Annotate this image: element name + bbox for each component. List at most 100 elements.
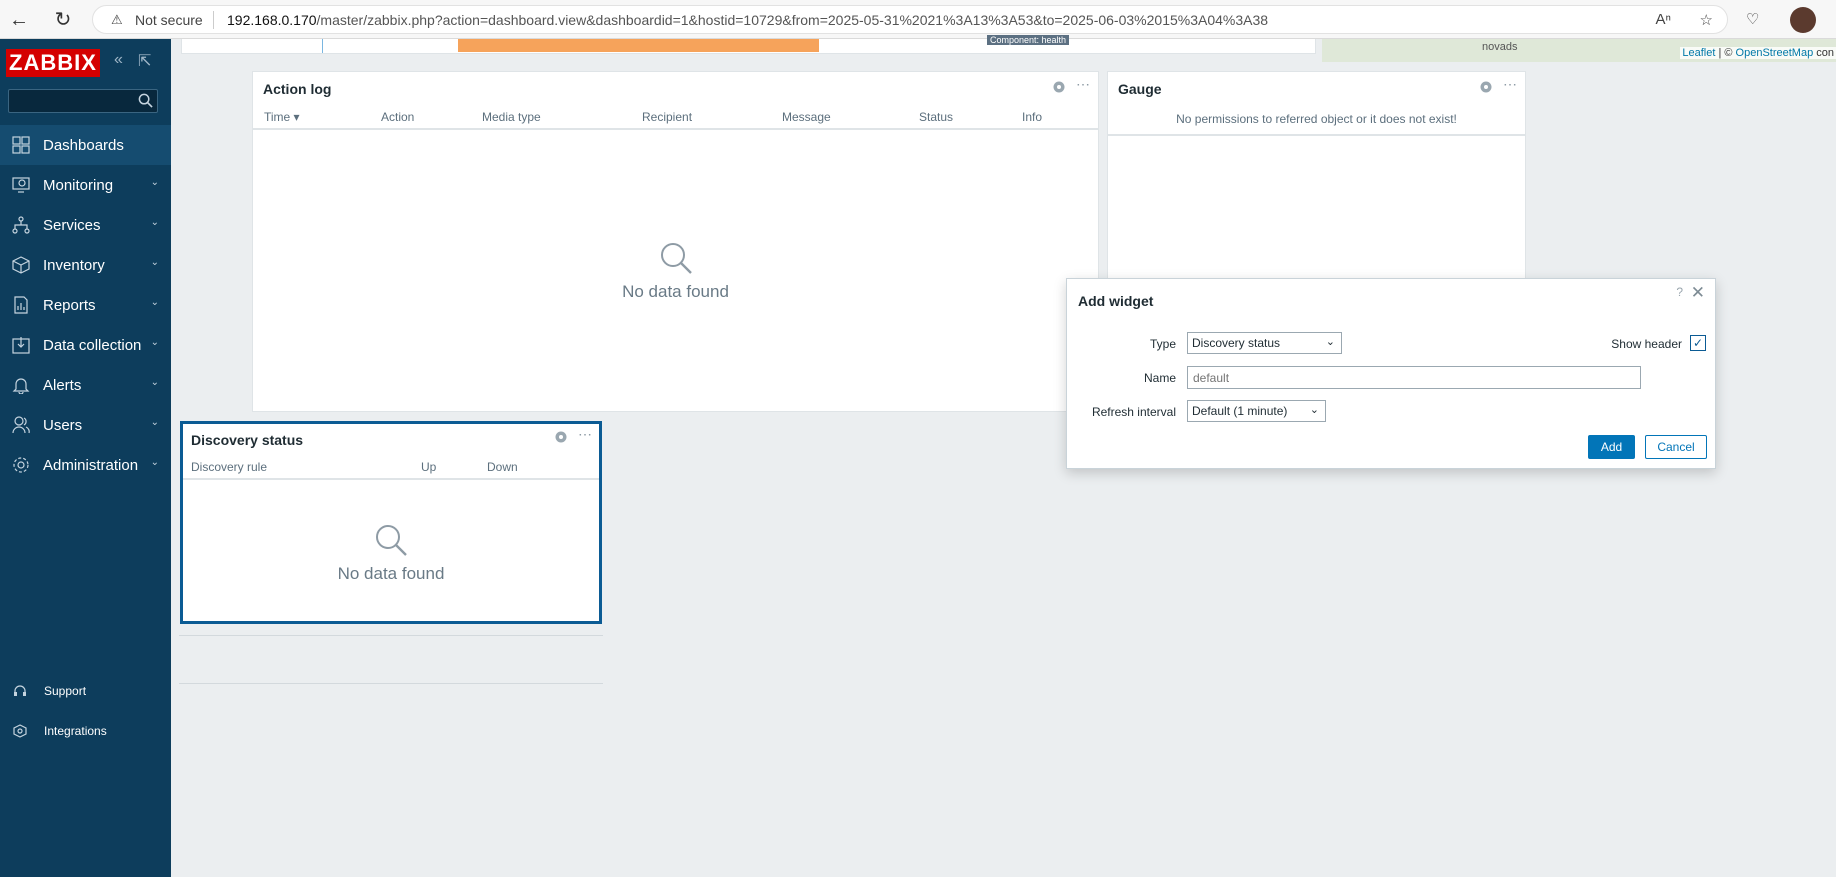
clipped-widget-top: Component: health bbox=[181, 35, 1316, 54]
menu-item-dashboards[interactable]: Dashboards bbox=[0, 125, 171, 165]
empty-state: No data found bbox=[183, 522, 599, 584]
menu-label: Administration bbox=[43, 456, 139, 474]
more-options-icon[interactable]: ⋯ bbox=[1076, 76, 1091, 93]
no-data-text: No data found bbox=[622, 282, 729, 301]
menu-item-reports[interactable]: Reports ⌄ bbox=[0, 285, 171, 325]
address-bar[interactable]: ⚠ Not secure 192.168.0.170/master/zabbix… bbox=[92, 5, 1728, 34]
chevron-down-icon: ⌄ bbox=[150, 417, 159, 428]
browser-essentials-icon[interactable]: ♡ bbox=[1746, 10, 1766, 30]
chevron-down-icon: ⌄ bbox=[150, 217, 159, 228]
type-select[interactable]: Discovery status ⌄ bbox=[1187, 332, 1342, 354]
gear-icon[interactable] bbox=[1051, 79, 1067, 95]
menu-label: Data collection bbox=[43, 336, 142, 354]
column-down: Down bbox=[487, 460, 518, 474]
inventory-icon bbox=[12, 256, 30, 274]
dashboards-icon bbox=[12, 136, 30, 154]
avatar[interactable] bbox=[1790, 7, 1816, 33]
sidebar: ZABBIX « ⇱ Dashboards Monitoring ⌄ Servi… bbox=[0, 39, 171, 877]
permission-message: No permissions to referred object or it … bbox=[1176, 112, 1457, 126]
search-icon bbox=[376, 525, 407, 556]
add-widget-dialog: Add widget ? ✕ Type Discovery status ⌄ S… bbox=[1066, 278, 1716, 469]
zabbix-logo[interactable]: ZABBIX bbox=[6, 49, 100, 77]
widget-header: Action log ⋯ bbox=[253, 72, 1098, 104]
refresh-interval-select[interactable]: Default (1 minute) ⌄ bbox=[1187, 400, 1326, 422]
column-time[interactable]: Time ▾ bbox=[264, 110, 300, 124]
search-icon bbox=[660, 243, 692, 274]
help-icon[interactable]: ? bbox=[1676, 285, 1683, 299]
osm-link[interactable]: OpenStreetMap bbox=[1736, 47, 1814, 59]
close-icon[interactable]: ✕ bbox=[1691, 283, 1705, 303]
discovery-status-widget[interactable]: Discovery status ⋯ Discovery rule Up Dow… bbox=[180, 421, 602, 624]
column-action: Action bbox=[381, 110, 415, 124]
menu-item-data-collection[interactable]: Data collection ⌄ bbox=[0, 325, 171, 365]
url-host: 192.168.0.170 bbox=[227, 12, 317, 28]
search-input[interactable] bbox=[8, 89, 158, 113]
collapse-sidebar-icon[interactable]: « bbox=[114, 51, 123, 69]
menu-item-support[interactable]: Support bbox=[0, 676, 171, 706]
chevron-down-icon: ⌄ bbox=[1325, 336, 1335, 348]
name-label: Name bbox=[1143, 371, 1176, 385]
data-collection-icon bbox=[12, 337, 30, 354]
type-label: Type bbox=[1149, 337, 1176, 351]
menu-label: Users bbox=[43, 416, 83, 434]
headset-icon bbox=[14, 685, 26, 696]
graph-tag: Component: health bbox=[987, 35, 1070, 45]
more-options-icon[interactable]: ⋯ bbox=[578, 426, 593, 443]
add-button[interactable]: Add bbox=[1588, 435, 1635, 459]
widget-header: Discovery status ⋯ bbox=[183, 424, 599, 456]
reload-icon[interactable]: ↻ bbox=[52, 9, 74, 31]
browser-toolbar: ← ↻ ⚠ Not secure 192.168.0.170/master/za… bbox=[0, 0, 1836, 39]
back-icon[interactable]: ← bbox=[8, 9, 30, 31]
chevron-down-icon: ⌄ bbox=[150, 337, 159, 348]
menu-label: Reports bbox=[43, 296, 96, 314]
empty-state: No data found bbox=[253, 240, 1098, 302]
users-icon bbox=[12, 416, 30, 434]
gauge-widget: Gauge ⋯ No permissions to referred objec… bbox=[1107, 71, 1526, 286]
menu-label: Monitoring bbox=[43, 176, 114, 194]
menu-item-administration[interactable]: Administration ⌄ bbox=[0, 445, 171, 485]
menu-label: Services bbox=[43, 216, 101, 234]
kiosk-mode-icon[interactable]: ⇱ bbox=[138, 51, 151, 71]
widget-header: Gauge ⋯ bbox=[1108, 72, 1525, 104]
menu-item-monitoring[interactable]: Monitoring ⌄ bbox=[0, 165, 171, 205]
menu-label: Dashboards bbox=[43, 136, 124, 154]
leaflet-link[interactable]: Leaflet bbox=[1682, 47, 1715, 59]
table-header: Time ▾ Action Media type Recipient Messa… bbox=[253, 104, 1098, 130]
url-text[interactable]: 192.168.0.170/master/zabbix.php?action=d… bbox=[227, 12, 1268, 28]
more-options-icon[interactable]: ⋯ bbox=[1503, 76, 1518, 93]
widget-title: Discovery status bbox=[191, 432, 304, 448]
menu-item-integrations[interactable]: Integrations bbox=[0, 716, 171, 746]
favorite-star-icon[interactable]: ☆ bbox=[1700, 11, 1713, 29]
show-header-checkbox[interactable]: ✓ bbox=[1690, 335, 1706, 351]
gear-icon[interactable] bbox=[1478, 79, 1494, 95]
menu-item-inventory[interactable]: Inventory ⌄ bbox=[0, 245, 171, 285]
menu-item-users[interactable]: Users ⌄ bbox=[0, 405, 171, 445]
name-input[interactable] bbox=[1187, 366, 1641, 389]
map-attribution-more: con bbox=[1813, 47, 1834, 59]
graph-bar bbox=[458, 39, 819, 52]
column-info: Info bbox=[1022, 110, 1043, 124]
search-icon[interactable] bbox=[138, 93, 153, 108]
administration-icon bbox=[13, 457, 29, 473]
read-aloud-icon[interactable]: Aⁿ bbox=[1656, 11, 1671, 28]
menu-label: Integrations bbox=[44, 724, 107, 738]
column-message: Message bbox=[782, 110, 831, 124]
column-up: Up bbox=[421, 460, 437, 474]
type-value: Discovery status bbox=[1192, 336, 1281, 350]
column-recipient: Recipient bbox=[642, 110, 693, 124]
cancel-button[interactable]: Cancel bbox=[1645, 435, 1707, 459]
main-menu: Dashboards Monitoring ⌄ Services ⌄ Inven… bbox=[0, 125, 171, 485]
column-status: Status bbox=[919, 110, 954, 124]
menu-label: Support bbox=[44, 684, 87, 698]
menu-item-services[interactable]: Services ⌄ bbox=[0, 205, 171, 245]
gear-icon[interactable] bbox=[553, 429, 569, 445]
chevron-down-icon: ⌄ bbox=[150, 457, 159, 468]
graph-marker bbox=[322, 39, 323, 53]
map-place-label: novads bbox=[1482, 41, 1518, 53]
menu-item-alerts[interactable]: Alerts ⌄ bbox=[0, 365, 171, 405]
separator-line bbox=[179, 635, 603, 636]
no-data-text: No data found bbox=[337, 564, 445, 583]
chevron-down-icon: ⌄ bbox=[150, 377, 159, 388]
security-label[interactable]: Not secure bbox=[135, 12, 203, 28]
geomap-widget[interactable]: novads Leaflet | © OpenStreetMap con bbox=[1322, 39, 1836, 62]
